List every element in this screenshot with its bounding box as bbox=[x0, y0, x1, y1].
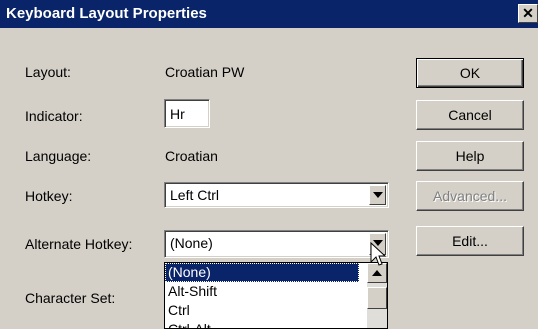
hotkey-select-value: Left Ctrl bbox=[170, 187, 220, 203]
list-item[interactable]: Alt-Shift bbox=[165, 282, 359, 301]
close-icon: ✕ bbox=[522, 5, 534, 21]
advanced-button[interactable]: Advanced... bbox=[416, 181, 524, 211]
cancel-button[interactable]: Cancel bbox=[416, 100, 524, 130]
list-item[interactable]: Ctrl bbox=[165, 301, 359, 320]
alt-hotkey-select[interactable]: (None) bbox=[164, 230, 389, 258]
help-button[interactable]: Help bbox=[416, 141, 524, 171]
ok-button[interactable]: OK bbox=[416, 58, 524, 88]
indicator-label: Indicator: bbox=[25, 108, 83, 124]
hotkey-dropdown-button[interactable] bbox=[369, 185, 386, 205]
indicator-input[interactable]: Hr bbox=[164, 99, 210, 128]
close-button[interactable]: ✕ bbox=[518, 4, 538, 23]
list-scrollbar[interactable] bbox=[367, 263, 387, 328]
hotkey-label: Hotkey: bbox=[25, 188, 73, 204]
mouse-pointer-icon bbox=[370, 242, 386, 266]
list-item[interactable]: Ctrl-Alt bbox=[165, 320, 359, 328]
language-value: Croatian bbox=[165, 148, 218, 164]
layout-label: Layout: bbox=[25, 64, 71, 80]
alt-hotkey-select-value: (None) bbox=[170, 235, 213, 251]
title-bar[interactable]: Keyboard Layout Properties ✕ bbox=[0, 0, 538, 28]
chevron-down-icon bbox=[373, 192, 383, 198]
list-item[interactable]: (None) bbox=[165, 263, 359, 282]
edit-button[interactable]: Edit... bbox=[416, 226, 524, 256]
charset-label: Character Set: bbox=[25, 290, 116, 306]
layout-value: Croatian PW bbox=[165, 64, 245, 80]
language-label: Language: bbox=[25, 148, 92, 164]
scroll-thumb[interactable] bbox=[367, 287, 387, 309]
indicator-input-value: Hr bbox=[170, 106, 185, 122]
chevron-up-icon bbox=[372, 270, 382, 276]
alt-hotkey-label: Alternate Hotkey: bbox=[25, 236, 133, 252]
window-title: Keyboard Layout Properties bbox=[6, 5, 207, 22]
alt-hotkey-dropdown-list[interactable]: (None) Alt-Shift Ctrl Ctrl-Alt bbox=[164, 262, 388, 329]
hotkey-select[interactable]: Left Ctrl bbox=[164, 182, 389, 208]
